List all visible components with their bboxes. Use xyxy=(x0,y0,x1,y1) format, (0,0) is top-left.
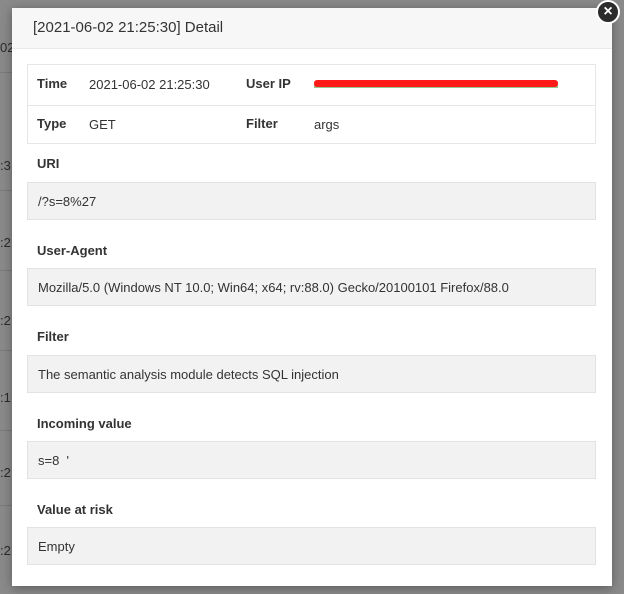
uri-box: /?s=8%27 xyxy=(27,182,596,220)
incoming-value-label: Incoming value xyxy=(37,416,132,431)
redaction-mark xyxy=(314,80,558,87)
background-row-text: :2 xyxy=(0,543,11,558)
filter-section-label: Filter xyxy=(37,329,69,344)
filter-label: Filter xyxy=(246,116,278,131)
background-row-text: :3 xyxy=(0,158,11,173)
info-row-time: Time 2021-06-02 21:25:30 User IP xyxy=(28,65,595,106)
request-info-table: Time 2021-06-02 21:25:30 User IP Type GE… xyxy=(27,64,596,144)
background-row-text: :2 xyxy=(0,313,11,328)
filter-box: The semantic analysis module detects SQL… xyxy=(27,355,596,393)
background-row-divider xyxy=(0,430,12,431)
filter-description-value: The semantic analysis module detects SQL… xyxy=(38,367,339,382)
detail-dialog: [2021-06-02 21:25:30] Detail Time 2021-0… xyxy=(12,8,612,586)
incoming-value-box: s=8 ' xyxy=(27,441,596,479)
type-label: Type xyxy=(37,116,67,131)
time-label: Time xyxy=(37,76,68,91)
filter-value: args xyxy=(314,117,340,132)
background-row-divider xyxy=(0,270,12,271)
value-at-risk-label: Value at risk xyxy=(37,502,113,517)
background-row-divider xyxy=(0,505,12,506)
time-value: 2021-06-02 21:25:30 xyxy=(89,77,210,92)
incoming-value-text: s=8 ' xyxy=(38,453,70,468)
uri-value: /?s=8%27 xyxy=(38,194,97,209)
user-agent-box: Mozilla/5.0 (Windows NT 10.0; Win64; x64… xyxy=(27,268,596,306)
type-value: GET xyxy=(89,117,116,132)
dialog-header: [2021-06-02 21:25:30] Detail xyxy=(12,8,612,49)
background-row-divider xyxy=(0,72,12,73)
close-icon[interactable]: × xyxy=(596,0,620,24)
background-row-divider xyxy=(0,350,12,351)
user-agent-value: Mozilla/5.0 (Windows NT 10.0; Win64; x64… xyxy=(38,280,509,295)
background-row-text: :2 xyxy=(0,235,11,250)
value-at-risk-box: Empty xyxy=(27,527,596,565)
dialog-title: [2021-06-02 21:25:30] Detail xyxy=(33,19,224,36)
background-row-divider xyxy=(0,190,12,191)
uri-label: URI xyxy=(37,156,60,171)
value-at-risk-text: Empty xyxy=(38,539,75,554)
user-ip-label: User IP xyxy=(246,76,291,91)
user-agent-label: User-Agent xyxy=(37,243,108,258)
background-row-text: :1 xyxy=(0,390,11,405)
background-row-text: :2 xyxy=(0,465,11,480)
info-row-type: Type GET Filter args xyxy=(28,105,595,145)
